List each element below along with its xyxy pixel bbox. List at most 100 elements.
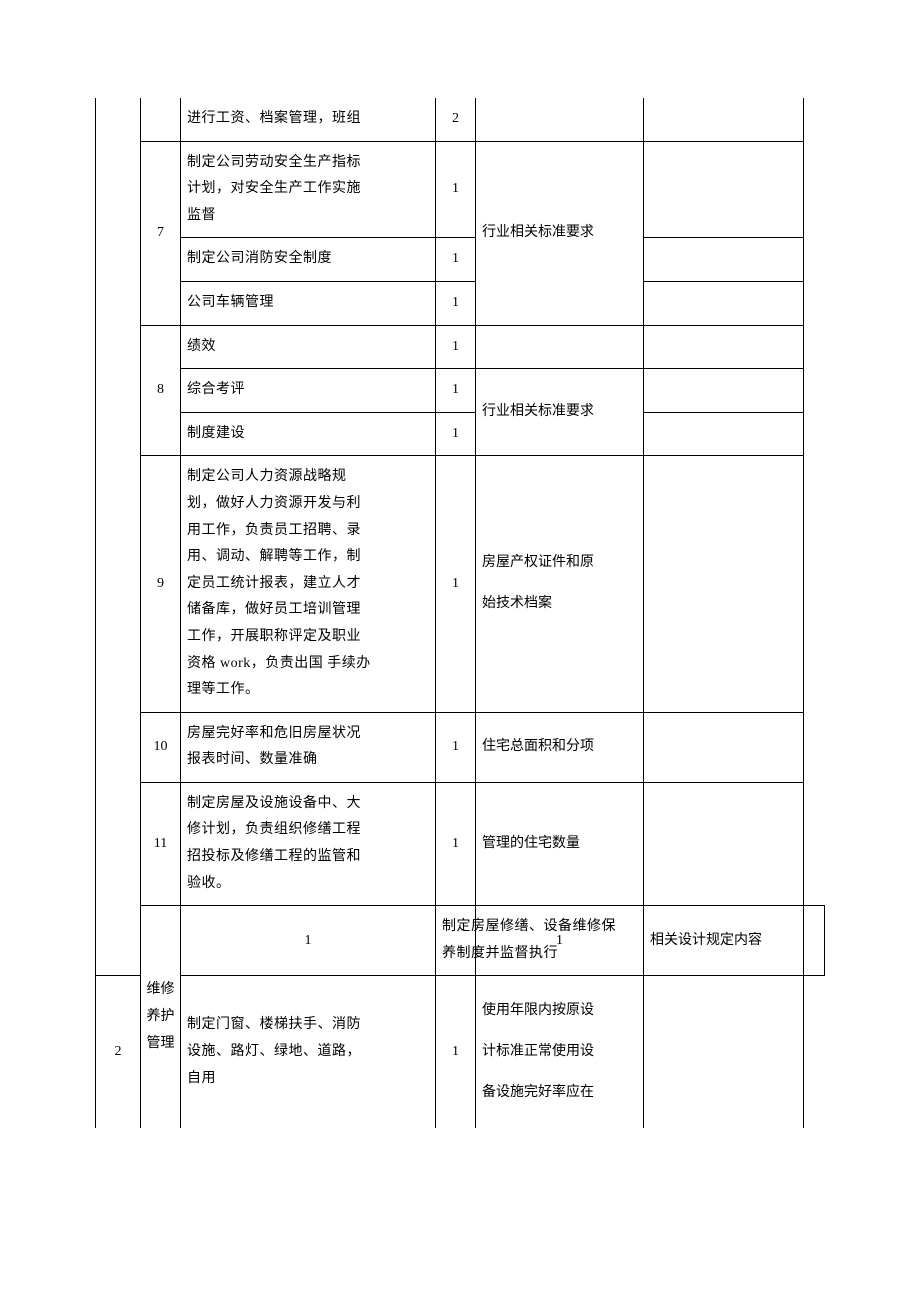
note-cell: 使用年限内按原设 计标准正常使用设 备设施完好率应在 (476, 976, 644, 1128)
table-row: 2 制定门窗、楼梯扶手、消防 设施、路灯、绿地、道路， 自用 1 使用年限内按原… (96, 976, 825, 1128)
desc-line: 计划，对安全生产工作实施 (187, 176, 431, 203)
desc-cell: 制定公司劳动安全生产指标 计划，对安全生产工作实施 监督 (181, 141, 436, 238)
cat-line: 养护 (145, 1004, 176, 1031)
desc-line: 房屋完好率和危旧房屋状况 (187, 721, 431, 748)
table-row: 制度建设 1 (96, 412, 825, 456)
idx-col: 11 (141, 782, 181, 905)
empty-cell (644, 238, 804, 282)
desc-line: 理等工作。 (187, 677, 431, 704)
desc-line: 报表时间、数量准确 (187, 747, 431, 774)
empty-cell (644, 369, 804, 413)
idx-col: 7 (141, 141, 181, 325)
main-table: x 进行工资、档案管理，班组 2 7 制定公司劳动安全生产指标 计划，对安全生产… (95, 98, 825, 1128)
idx-col: 10 (141, 712, 181, 782)
num-cell: 1 (436, 141, 476, 238)
desc-line: 制定门窗、楼梯扶手、消防 (187, 1012, 431, 1039)
num-cell: 1 (436, 976, 476, 1128)
desc-line: 自用 (187, 1066, 431, 1093)
desc-line: 用、调动、解聘等工作，制 (187, 544, 431, 571)
table-row: x 进行工资、档案管理，班组 2 (96, 98, 825, 141)
desc-line: 制度建设 (187, 421, 431, 448)
note-cell (476, 325, 644, 369)
note-line: 房屋产权证件和原 (482, 550, 639, 577)
num-cell: 1 (436, 782, 476, 905)
num-cell: 1 (436, 712, 476, 782)
empty-cell (644, 456, 804, 712)
empty-cell (644, 782, 804, 905)
cat-col: x (96, 98, 141, 976)
table-row: 公司车辆管理 1 (96, 281, 825, 325)
num-cell: 1 (436, 238, 476, 282)
desc-line: 综合考评 (187, 377, 431, 404)
desc-line: 进行工资、档案管理，班组 (187, 106, 431, 133)
cat-line: 管理 (145, 1031, 176, 1058)
empty-cell (644, 281, 804, 325)
desc-cell: 制定公司人力资源战略规 划，做好人力资源开发与利 用工作，负责员工招聘、录 用、… (181, 456, 436, 712)
desc-cell: 进行工资、档案管理，班组 (181, 98, 436, 141)
num-cell: 1 (436, 325, 476, 369)
empty-cell (644, 412, 804, 456)
desc-line: 资格 work，负责出国 手续办 (187, 651, 431, 678)
note-cell: 行业相关标准要求 (476, 141, 644, 325)
note-cell: 住宅总面积和分项 (476, 712, 644, 782)
note-line: 计标准正常使用设 (482, 1039, 639, 1066)
table-row: 综合考评 1 行业相关标准要求 (96, 369, 825, 413)
empty-cell (644, 712, 804, 782)
num-cell: 1 (436, 281, 476, 325)
note-line: 备设施完好率应在 (482, 1080, 639, 1107)
num-cell: 1 (476, 906, 644, 976)
note-cell: 房屋产权证件和原 始技术档案 (476, 456, 644, 712)
idx-col: 9 (141, 456, 181, 712)
idx-col: 2 (96, 976, 141, 1128)
note-cell: 管理的住宅数量 (476, 782, 644, 905)
table-row: 11 制定房屋及设施设备中、大 修计划，负责组织修缮工程 招投标及修缮工程的监管… (96, 782, 825, 905)
desc-line: 储备库，做好员工培训管理 (187, 597, 431, 624)
desc-cell: 公司车辆管理 (181, 281, 436, 325)
cat-col: 维修 养护 管理 (141, 906, 181, 1128)
table-row: 7 制定公司劳动安全生产指标 计划，对安全生产工作实施 监督 1 行业相关标准要… (96, 141, 825, 238)
desc-line: 制定房屋修缮、设备维修保 (442, 914, 471, 941)
desc-line: 定员工统计报表，建立人才 (187, 571, 431, 598)
desc-line: 绩效 (187, 334, 431, 361)
note-cell: 行业相关标准要求 (476, 369, 644, 456)
desc-line: 制定公司人力资源战略规 (187, 464, 431, 491)
desc-line: 监督 (187, 203, 431, 230)
empty-cell (804, 906, 825, 976)
cat-line: 维修 (145, 977, 176, 1004)
desc-cell: 制度建设 (181, 412, 436, 456)
num-cell: 1 (436, 456, 476, 712)
num-cell: 1 (436, 412, 476, 456)
empty-cell (644, 325, 804, 369)
desc-line: 公司车辆管理 (187, 290, 431, 317)
desc-line: 制定公司消防安全制度 (187, 246, 431, 273)
note-line: 始技术档案 (482, 591, 639, 618)
desc-cell: 制定房屋修缮、设备维修保 养制度并监督执行 (436, 906, 476, 976)
table-row: 8 绩效 1 (96, 325, 825, 369)
table-row: 维修 养护 管理 1 制定房屋修缮、设备维修保 养制度并监督执行 1 相关设计规… (96, 906, 825, 976)
desc-cell: 制定公司消防安全制度 (181, 238, 436, 282)
desc-line: 招投标及修缮工程的监管和 (187, 844, 431, 871)
desc-line: 制定房屋及设施设备中、大 (187, 791, 431, 818)
table-row: 制定公司消防安全制度 1 (96, 238, 825, 282)
num-cell: 1 (436, 369, 476, 413)
table-row: 9 制定公司人力资源战略规 划，做好人力资源开发与利 用工作，负责员工招聘、录 … (96, 456, 825, 712)
empty-cell (644, 976, 804, 1128)
idx-col: 8 (141, 325, 181, 456)
desc-line: 划，做好人力资源开发与利 (187, 491, 431, 518)
table-row: 10 房屋完好率和危旧房屋状况 报表时间、数量准确 1 住宅总面积和分项 (96, 712, 825, 782)
desc-cell: 综合考评 (181, 369, 436, 413)
desc-line: 制定公司劳动安全生产指标 (187, 150, 431, 177)
note-cell: 相关设计规定内容 (644, 906, 804, 976)
desc-cell: 绩效 (181, 325, 436, 369)
desc-cell: 制定门窗、楼梯扶手、消防 设施、路灯、绿地、道路， 自用 (181, 976, 436, 1128)
idx-col: 1 (181, 906, 436, 976)
note-line: 使用年限内按原设 (482, 998, 639, 1025)
desc-line: 修计划，负责组织修缮工程 (187, 817, 431, 844)
note-cell (476, 98, 644, 141)
desc-line: 验收。 (187, 871, 431, 898)
desc-line: 工作，开展职称评定及职业 (187, 624, 431, 651)
desc-cell: 房屋完好率和危旧房屋状况 报表时间、数量准确 (181, 712, 436, 782)
desc-line: 设施、路灯、绿地、道路， (187, 1039, 431, 1066)
desc-line: 用工作，负责员工招聘、录 (187, 518, 431, 545)
empty-cell (644, 141, 804, 238)
